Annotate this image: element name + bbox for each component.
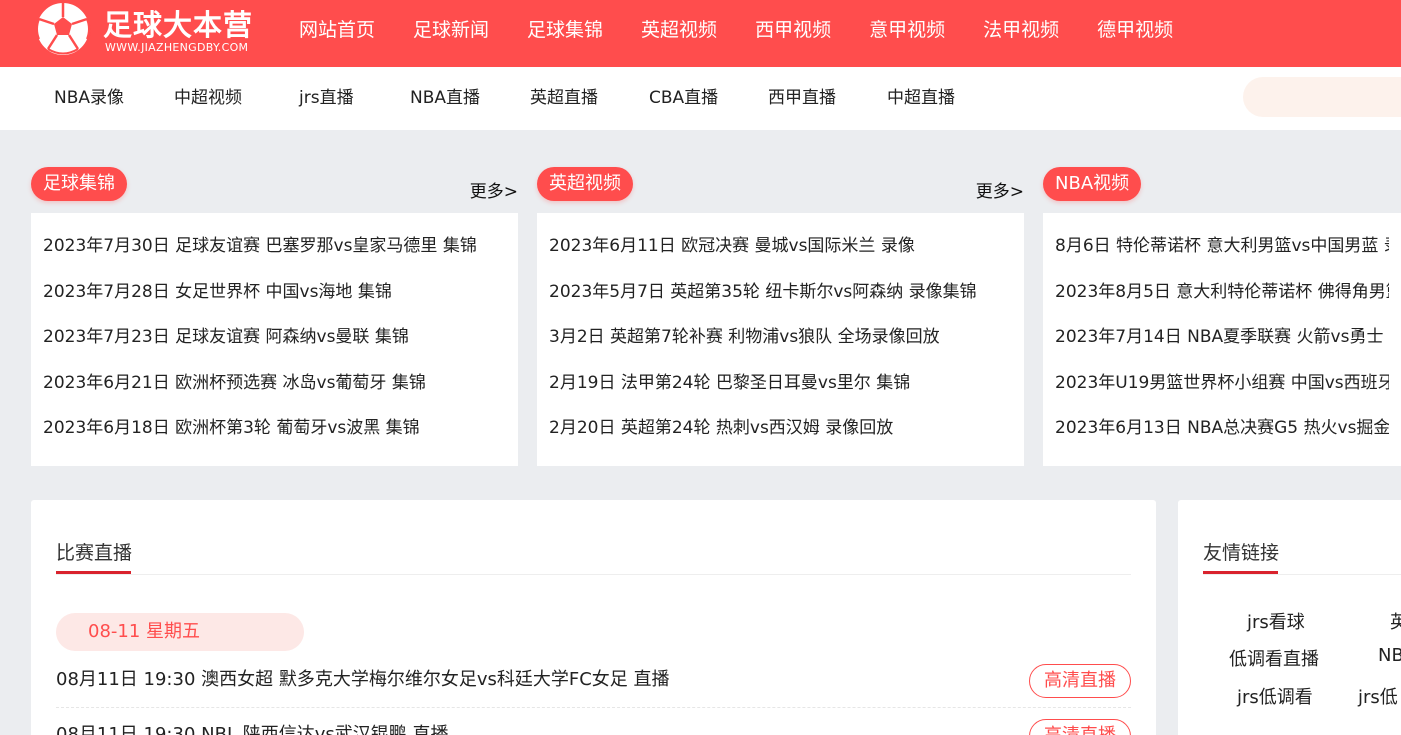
nav-serie-a-video[interactable]: 意甲视频 — [850, 0, 964, 60]
match-info[interactable]: 08月11日 19:30 澳西女超 默多克大学梅尔维尔女足vs科廷大学FC女足 … — [56, 664, 670, 696]
date-header: 08-11 星期五 — [56, 613, 304, 651]
category-nba-video: NBA视频 8月6日 特伦蒂诺杯 意大利男篮vs中国男蓝 录 2023年8月5日… — [1043, 167, 1401, 466]
list-item[interactable]: 2023年6月18日 欧洲杯第3轮 葡萄牙vs波黑 集锦 — [43, 406, 506, 452]
friendly-link[interactable]: 英 — [1390, 608, 1401, 634]
friendly-link[interactable]: jrs低 — [1358, 683, 1398, 709]
site-logo[interactable]: 足球大本营 WWW.JIAZHENGDBY.COM — [31, 0, 271, 60]
list-item[interactable]: 2023年6月11日 欧冠决赛 曼城vs国际米兰 录像 — [549, 224, 1012, 270]
subnav-csl-video[interactable]: 中超视频 — [174, 67, 242, 130]
hd-live-button[interactable]: 高清直播 — [1029, 664, 1131, 698]
list-item[interactable]: 2月20日 英超第24轮 热刺vs西汉姆 录像回放 — [549, 406, 1012, 452]
nav-football-highlights[interactable]: 足球集锦 — [508, 0, 622, 60]
friendly-link[interactable]: jrs看球 — [1247, 608, 1305, 634]
nav-la-liga-video[interactable]: 西甲视频 — [736, 0, 850, 60]
subnav-nba-replay[interactable]: NBA录像 — [54, 67, 124, 130]
friendly-links-panel: 友情链接 jrs看球 英 低调看直播 NB jrs低调看 jrs低 — [1178, 500, 1401, 735]
list-item[interactable]: 2023年7月14日 NBA夏季联赛 火箭vs勇士 录 — [1055, 315, 1389, 361]
nav-premier-league-video[interactable]: 英超视频 — [622, 0, 736, 60]
category-list: 2023年7月30日 足球友谊赛 巴塞罗那vs皇家马德里 集锦 2023年7月2… — [31, 213, 518, 466]
category-list: 2023年6月11日 欧冠决赛 曼城vs国际米兰 录像 2023年5月7日 英超… — [537, 213, 1024, 466]
subnav-cba-live[interactable]: CBA直播 — [649, 67, 718, 130]
friendly-link[interactable]: NB — [1378, 645, 1401, 666]
nav-ligue-1-video[interactable]: 法甲视频 — [964, 0, 1078, 60]
friendly-link[interactable]: jrs低调看 — [1237, 683, 1313, 709]
category-title[interactable]: 英超视频 — [537, 167, 633, 201]
category-list: 8月6日 特伦蒂诺杯 意大利男篮vs中国男蓝 录 2023年8月5日 意大利特伦… — [1043, 213, 1401, 466]
match-row: 08月11日 19:30 澳西女超 默多克大学梅尔维尔女足vs科廷大学FC女足 … — [56, 664, 1131, 712]
category-football-highlights: 足球集锦 更多> 2023年7月30日 足球友谊赛 巴塞罗那vs皇家马德里 集锦… — [31, 167, 518, 466]
list-item[interactable]: 2023年8月5日 意大利特伦蒂诺杯 佛得角男篮 — [1055, 270, 1389, 316]
section-title: 友情链接 — [1203, 542, 1280, 564]
list-item[interactable]: 3月2日 英超第7轮补赛 利物浦vs狼队 全场录像回放 — [549, 315, 1012, 361]
nav-football-news[interactable]: 足球新闻 — [394, 0, 508, 60]
category-premier-league-video: 英超视频 更多> 2023年6月11日 欧冠决赛 曼城vs国际米兰 录像 202… — [537, 167, 1024, 466]
live-matches-panel: 比赛直播 08-11 星期五 08月11日 19:30 澳西女超 默多克大学梅尔… — [31, 500, 1156, 735]
nav-home[interactable]: 网站首页 — [280, 0, 394, 60]
row-divider — [56, 707, 1131, 708]
more-link[interactable]: 更多> — [470, 177, 518, 202]
subnav-epl-live[interactable]: 英超直播 — [530, 67, 598, 130]
list-item[interactable]: 2023年7月30日 足球友谊赛 巴塞罗那vs皇家马德里 集锦 — [43, 224, 506, 270]
list-item[interactable]: 2023年5月7日 英超第35轮 纽卡斯尔vs阿森纳 录像集锦 — [549, 270, 1012, 316]
match-info[interactable]: 08月11日 19:30 NBL 陕西信达vs武汉锟鹏 直播 — [56, 719, 448, 735]
subnav-laliga-live[interactable]: 西甲直播 — [768, 67, 836, 130]
subnav-jrs-live[interactable]: jrs直播 — [299, 67, 354, 130]
top-header: 足球大本营 WWW.JIAZHENGDBY.COM 网站首页 足球新闻 足球集锦… — [0, 0, 1401, 67]
list-item[interactable]: 2023年7月23日 足球友谊赛 阿森纳vs曼联 集锦 — [43, 315, 506, 361]
list-item[interactable]: 2023年6月21日 欧洲杯预选赛 冰岛vs葡萄牙 集锦 — [43, 361, 506, 407]
soccer-ball-icon — [35, 1, 91, 57]
main-nav: 网站首页 足球新闻 足球集锦 英超视频 西甲视频 意甲视频 法甲视频 德甲视频 — [280, 0, 1192, 60]
search-box[interactable] — [1243, 77, 1401, 117]
list-item[interactable]: 2月19日 法甲第24轮 巴黎圣日耳曼vs里尔 集锦 — [549, 361, 1012, 407]
logo-title: 足球大本营 — [103, 8, 254, 42]
divider — [1203, 574, 1401, 575]
list-item[interactable]: 8月6日 特伦蒂诺杯 意大利男篮vs中国男蓝 录 — [1055, 224, 1389, 270]
sub-nav: NBA录像 中超视频 jrs直播 NBA直播 英超直播 CBA直播 西甲直播 中… — [0, 67, 1401, 130]
category-title[interactable]: 足球集锦 — [31, 167, 127, 201]
list-item[interactable]: 2023年7月28日 女足世界杯 中国vs海地 集锦 — [43, 270, 506, 316]
friendly-link[interactable]: 低调看直播 — [1229, 645, 1319, 671]
section-title: 比赛直播 — [56, 542, 133, 564]
list-item[interactable]: 2023年6月13日 NBA总决赛G5 热火vs掘金 录 — [1055, 406, 1389, 452]
category-title[interactable]: NBA视频 — [1043, 167, 1142, 201]
logo-subtitle: WWW.JIAZHENGDBY.COM — [105, 41, 249, 54]
list-item[interactable]: 2023年U19男篮世界杯小组赛 中国vs西班牙 — [1055, 361, 1389, 407]
divider — [56, 574, 1131, 575]
subnav-csl-live[interactable]: 中超直播 — [887, 67, 955, 130]
nav-bundesliga-video[interactable]: 德甲视频 — [1078, 0, 1192, 60]
match-row: 08月11日 19:30 NBL 陕西信达vs武汉锟鹏 直播 高清直播 — [56, 719, 1131, 735]
hd-live-button[interactable]: 高清直播 — [1029, 719, 1131, 735]
more-link[interactable]: 更多> — [976, 177, 1024, 202]
subnav-nba-live[interactable]: NBA直播 — [410, 67, 480, 130]
